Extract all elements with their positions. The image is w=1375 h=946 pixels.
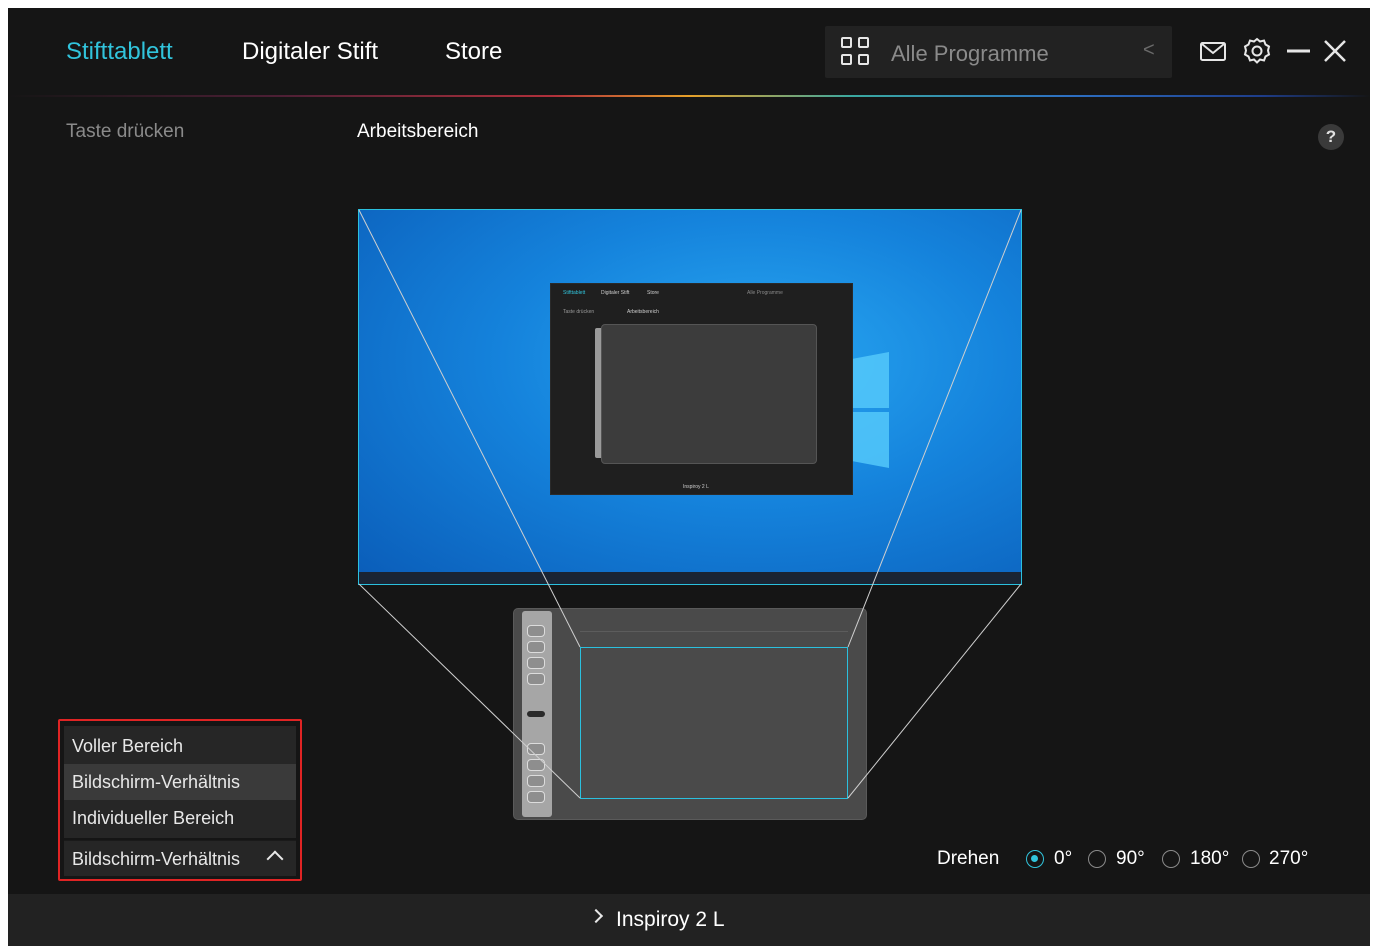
mini-tablet-surface	[601, 324, 817, 464]
express-key	[527, 775, 545, 787]
rotate-radio-180[interactable]	[1162, 850, 1180, 868]
express-key	[527, 759, 545, 771]
rotate-option-label: 270°	[1269, 848, 1309, 869]
program-selector-label: Alle Programme	[891, 41, 1049, 66]
header-divider	[8, 95, 1370, 97]
express-key	[527, 657, 545, 669]
mail-icon[interactable]	[1198, 36, 1228, 66]
rotate-option-label: 90°	[1116, 848, 1145, 869]
taskbar	[359, 572, 1021, 584]
mini-device-label: Inspiroy 2 L	[683, 484, 709, 490]
express-key-divider	[527, 711, 545, 717]
tab-taste-druecken[interactable]: Taste drücken	[66, 121, 184, 143]
minimize-icon[interactable]	[1284, 36, 1314, 66]
express-key	[527, 641, 545, 653]
express-key	[527, 625, 545, 637]
grid-icon	[841, 37, 871, 67]
rotate-option-label: 180°	[1190, 848, 1230, 869]
mini-program-label: Alle Programme	[747, 290, 783, 296]
mini-subtab-label: Taste drücken	[563, 309, 595, 315]
tab-arbeitsbereich[interactable]: Arbeitsbereich	[357, 121, 478, 143]
express-key	[527, 673, 545, 685]
mapping-dropdown[interactable]: Bildschirm-Verhältnis	[64, 840, 296, 876]
top-bar: Stifttablett Digitaler Stift Store Alle …	[8, 8, 1370, 96]
rotate-label: Drehen	[937, 848, 1000, 869]
gear-icon[interactable]	[1242, 36, 1272, 66]
tablet-express-keys	[522, 611, 552, 817]
tab-stifttablett[interactable]: Stifttablett	[66, 38, 173, 66]
express-key	[527, 743, 545, 755]
screen-preview: Stifttablett Digitaler Stift Store Alle …	[358, 209, 1022, 585]
rotate-option-label: 0°	[1054, 848, 1073, 869]
chevron-right-icon	[588, 908, 604, 924]
tablet-surface-edge	[580, 631, 848, 632]
device-footer[interactable]: Inspiroy 2 L	[8, 894, 1370, 946]
device-label: Inspiroy 2 L	[616, 908, 725, 931]
dropdown-option-individueller-bereich[interactable]: Individueller Bereich	[64, 800, 296, 836]
express-key	[527, 791, 545, 803]
app-window: Stifttablett Digitaler Stift Store Alle …	[8, 8, 1370, 946]
mini-subtab-label: Arbeitsbereich	[627, 309, 659, 315]
help-icon[interactable]: ?	[1318, 124, 1344, 150]
mini-tab-label: Stifttablett	[563, 290, 586, 296]
program-selector[interactable]: Alle Programme <	[825, 26, 1172, 78]
mapping-dropdown-menu: Voller Bereich Bildschirm-Verhältnis Ind…	[64, 726, 296, 838]
dropdown-option-bildschirm-verhaeltnis[interactable]: Bildschirm-Verhältnis	[64, 764, 296, 800]
rotate-radio-0[interactable]	[1026, 850, 1044, 868]
mini-tab-label: Store	[647, 290, 659, 296]
dropdown-option-voller-bereich[interactable]: Voller Bereich	[64, 728, 296, 764]
chevron-up-icon	[266, 850, 284, 868]
mapping-dropdown-value: Bildschirm-Verhältnis	[72, 849, 241, 869]
rotate-radio-270[interactable]	[1242, 850, 1260, 868]
tab-store[interactable]: Store	[445, 38, 502, 66]
mini-app-window: Stifttablett Digitaler Stift Store Alle …	[550, 283, 853, 495]
chevron-left-icon[interactable]: <	[1143, 39, 1155, 62]
tab-digitaler-stift[interactable]: Digitaler Stift	[242, 38, 378, 66]
close-icon[interactable]	[1320, 36, 1350, 66]
rotate-radio-90[interactable]	[1088, 850, 1106, 868]
mini-tab-label: Digitaler Stift	[601, 290, 630, 296]
active-area	[580, 647, 848, 799]
